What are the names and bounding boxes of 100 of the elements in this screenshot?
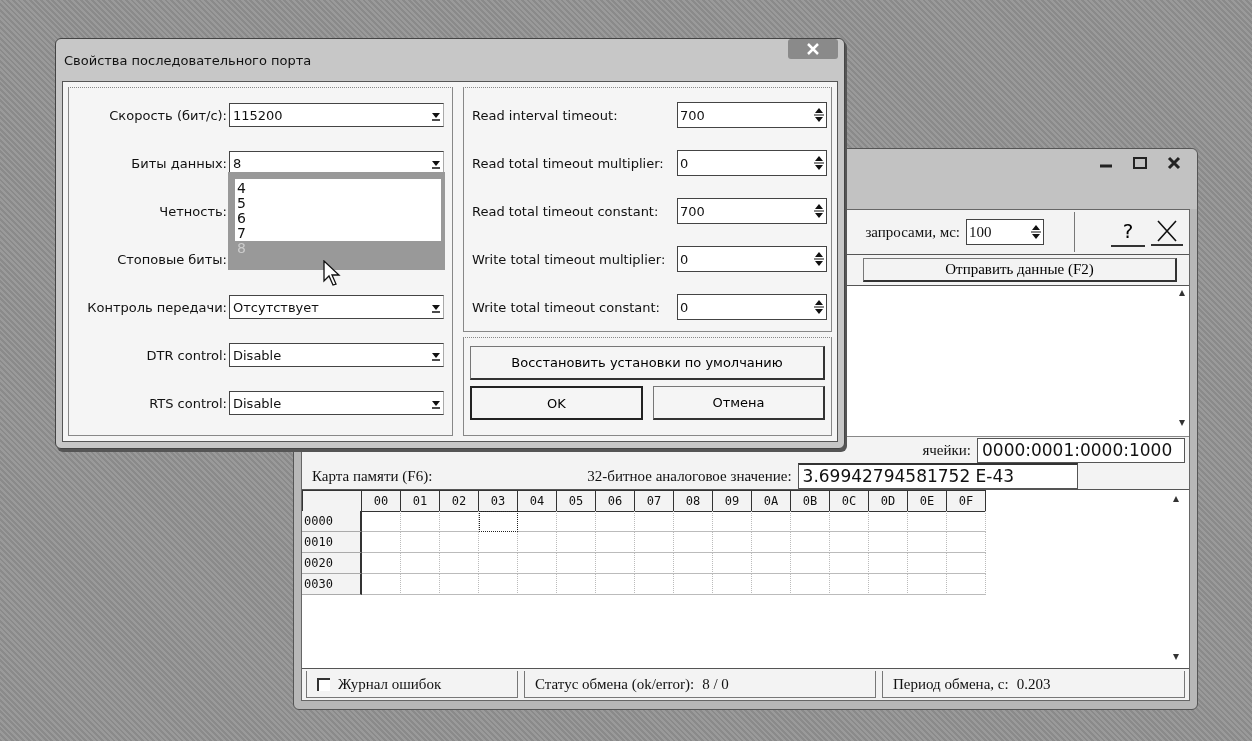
grid-cell[interactable] [752, 574, 791, 595]
scroll-up-icon[interactable] [1173, 496, 1179, 502]
scroll-down-icon[interactable] [1179, 420, 1185, 426]
grid-cell[interactable] [362, 574, 401, 595]
grid-cell[interactable] [596, 553, 635, 574]
cancel-button[interactable]: Отмена [653, 386, 825, 420]
grid-cell[interactable] [518, 553, 557, 574]
grid-cell[interactable] [752, 553, 791, 574]
checkbox[interactable] [317, 677, 330, 691]
grid-cell[interactable] [791, 511, 830, 532]
grid-cell[interactable] [947, 553, 986, 574]
grid-cell[interactable] [908, 553, 947, 574]
grid-cell[interactable] [518, 574, 557, 595]
scroll-down-icon[interactable] [1173, 654, 1179, 660]
grid-cell[interactable] [869, 532, 908, 553]
grid-cell[interactable] [713, 574, 752, 595]
column-header: 02 [440, 490, 479, 512]
grid-cell[interactable] [635, 532, 674, 553]
grid-cell[interactable] [947, 511, 986, 532]
grid-cell[interactable] [362, 532, 401, 553]
grid-cell[interactable] [635, 553, 674, 574]
ok-button[interactable]: OK [470, 386, 643, 420]
grid-cell[interactable] [869, 574, 908, 595]
grid-cell[interactable] [791, 574, 830, 595]
grid-cell[interactable] [440, 511, 479, 532]
column-header: 0F [947, 490, 986, 512]
grid-cell[interactable] [713, 511, 752, 532]
grid-cell[interactable] [674, 511, 713, 532]
list-option[interactable]: 4 [235, 181, 441, 196]
number-spinner[interactable]: 0 [677, 150, 827, 176]
grid-cell[interactable] [830, 532, 869, 553]
number-spinner[interactable]: 0 [677, 246, 827, 272]
interval-spinner[interactable]: 100 [966, 219, 1044, 245]
grid-cell[interactable] [752, 511, 791, 532]
grid-cell[interactable] [947, 574, 986, 595]
grid-cell[interactable] [908, 574, 947, 595]
grid-cell[interactable] [479, 574, 518, 595]
dropdown-field[interactable]: 8 [229, 151, 444, 175]
row-header: 0010 [302, 532, 362, 553]
grid-cell[interactable] [596, 532, 635, 553]
close-icon[interactable] [1151, 218, 1183, 246]
grid-cell[interactable] [596, 511, 635, 532]
grid-cell[interactable] [830, 574, 869, 595]
grid-cell[interactable] [557, 511, 596, 532]
grid-cell[interactable] [557, 553, 596, 574]
grid-cell[interactable] [674, 532, 713, 553]
grid-cell[interactable] [635, 511, 674, 532]
grid-cell[interactable] [401, 511, 440, 532]
grid-cell[interactable] [830, 553, 869, 574]
grid-cell[interactable] [674, 574, 713, 595]
grid-cell[interactable] [713, 553, 752, 574]
dropdown-field[interactable]: Disable [229, 391, 444, 415]
grid-cell[interactable] [401, 532, 440, 553]
number-spinner[interactable]: 700 [677, 102, 827, 128]
grid-cell[interactable] [362, 553, 401, 574]
restore-defaults-button[interactable]: Восстановить установки по умолчанию [470, 346, 825, 380]
grid-cell[interactable] [401, 574, 440, 595]
column-header: 04 [518, 490, 557, 512]
grid-cell[interactable] [830, 511, 869, 532]
interval-label: запросами, мс: [865, 223, 960, 241]
grid-cell[interactable] [869, 511, 908, 532]
number-spinner[interactable]: 0 [677, 294, 827, 320]
scroll-up-icon[interactable] [1179, 290, 1185, 296]
grid-cell[interactable] [557, 532, 596, 553]
grid-cell[interactable] [908, 511, 947, 532]
dropdown-field[interactable]: Disable [229, 343, 444, 367]
list-option[interactable]: 7 [235, 226, 441, 241]
number-spinner[interactable]: 700 [677, 198, 827, 224]
list-option[interactable]: 6 [235, 211, 441, 226]
grid-cell[interactable] [440, 553, 479, 574]
period-value: 0.203 [1016, 675, 1051, 693]
grid-cell[interactable] [752, 532, 791, 553]
send-button[interactable]: Отправить данные (F2) [863, 258, 1177, 282]
grid-cell[interactable] [440, 532, 479, 553]
column-header: 0C [830, 490, 869, 512]
column-header: 06 [596, 490, 635, 512]
list-option[interactable]: 5 [235, 196, 441, 211]
grid-cell[interactable] [479, 553, 518, 574]
grid-cell[interactable] [635, 574, 674, 595]
help-button[interactable]: ? [1111, 217, 1145, 247]
grid-cell[interactable] [479, 511, 518, 532]
grid-cell[interactable] [440, 574, 479, 595]
grid-cell[interactable] [947, 532, 986, 553]
cursor-arrow-icon[interactable] [323, 260, 341, 286]
grid-cell[interactable] [791, 532, 830, 553]
memory-map-label: Карта памяти (F6): [312, 467, 433, 485]
grid-cell[interactable] [596, 574, 635, 595]
grid-cell[interactable] [518, 511, 557, 532]
dropdown-field[interactable]: 115200 [229, 103, 444, 127]
grid-cell[interactable] [674, 553, 713, 574]
grid-cell[interactable] [362, 511, 401, 532]
grid-cell[interactable] [557, 574, 596, 595]
dropdown-field[interactable]: Отсутствует [229, 295, 444, 319]
grid-cell[interactable] [401, 553, 440, 574]
grid-cell[interactable] [518, 532, 557, 553]
grid-cell[interactable] [869, 553, 908, 574]
grid-cell[interactable] [713, 532, 752, 553]
grid-cell[interactable] [908, 532, 947, 553]
grid-cell[interactable] [479, 532, 518, 553]
grid-cell[interactable] [791, 553, 830, 574]
